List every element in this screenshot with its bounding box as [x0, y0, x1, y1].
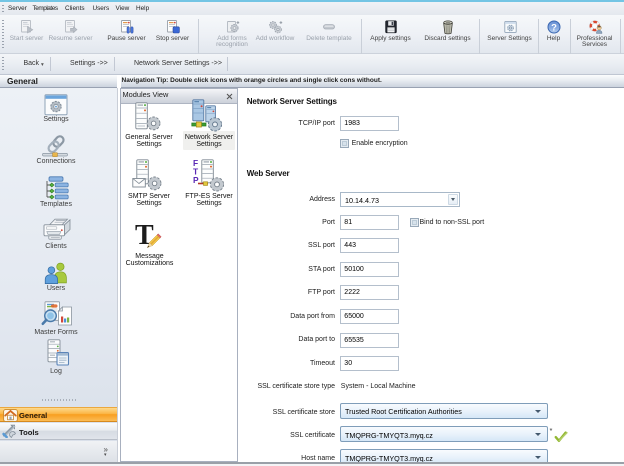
svg-text:?: ?: [551, 22, 557, 33]
svg-text:T: T: [135, 221, 154, 251]
